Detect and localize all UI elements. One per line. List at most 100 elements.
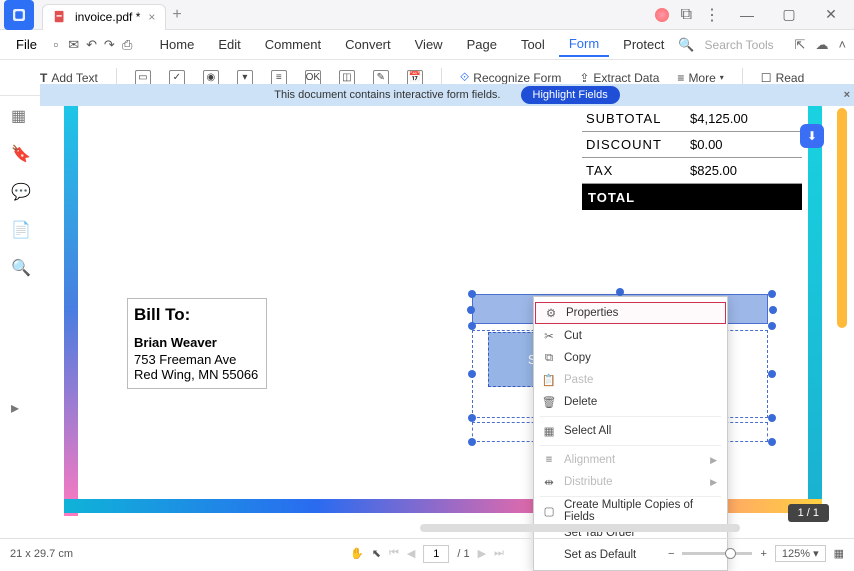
read-button[interactable]: ☐Read: [761, 71, 804, 85]
menu-comment[interactable]: Comment: [255, 33, 331, 56]
page-number-input[interactable]: [423, 545, 449, 563]
bill-to-heading: Bill To:: [134, 305, 260, 325]
totals-value: $0.00: [682, 137, 802, 152]
highlight-fields-button[interactable]: Highlight Fields: [521, 86, 620, 104]
resize-handle[interactable]: [768, 438, 776, 446]
first-page-icon[interactable]: ⏮: [389, 547, 399, 560]
share-icon[interactable]: ⧉: [681, 6, 692, 24]
attachments-icon[interactable]: 📄: [11, 220, 29, 238]
collapse-icon[interactable]: ˄: [838, 37, 846, 52]
total-label: TOTAL: [584, 190, 684, 205]
resize-handle[interactable]: [468, 322, 476, 330]
save-icon[interactable]: ▫: [49, 34, 63, 56]
more-button[interactable]: ≡More▾: [677, 71, 723, 85]
ai-icon[interactable]: [655, 8, 669, 22]
titlebar-right: ⧉ ⋮ — ▢ ✕: [655, 5, 854, 25]
zoom-value[interactable]: 125% ▾: [775, 545, 826, 562]
tab-title: invoice.pdf *: [75, 10, 140, 24]
close-window-button[interactable]: ✕: [816, 6, 846, 23]
resize-handle[interactable]: [467, 306, 475, 314]
vertical-scrollbar[interactable]: [837, 108, 849, 358]
paste-icon: 📋: [542, 373, 556, 387]
select-all-icon: ▦: [542, 424, 556, 438]
mail-icon[interactable]: ✉: [67, 34, 81, 56]
zoom-slider[interactable]: [682, 552, 752, 555]
banner-close-icon[interactable]: ×: [844, 89, 850, 101]
menu-protect[interactable]: Protect: [613, 33, 674, 56]
last-page-icon[interactable]: ⏭: [494, 547, 504, 560]
zoom-thumb[interactable]: [725, 548, 736, 559]
recognize-form-button[interactable]: ⟐Recognize Form: [460, 70, 562, 85]
cut-icon: ✂: [542, 329, 556, 343]
cm-alignment: ≡Alignment▶: [534, 449, 727, 471]
pdf-icon: [53, 10, 67, 24]
resize-handle[interactable]: [616, 288, 624, 296]
form-fields-banner: This document contains interactive form …: [40, 84, 854, 106]
cm-delete[interactable]: 🗑Delete: [534, 391, 727, 413]
cm-paste: 📋Paste: [534, 369, 727, 391]
resize-handle[interactable]: [468, 414, 476, 422]
page-indicator: 1 / 1: [788, 504, 829, 522]
menu-home[interactable]: Home: [150, 33, 205, 56]
zoom-out-icon[interactable]: −: [668, 548, 674, 560]
select-tool-icon[interactable]: ⬉: [372, 547, 381, 560]
cm-select-all[interactable]: ▦Select All: [534, 420, 727, 442]
add-tab-button[interactable]: +: [172, 6, 181, 24]
cm-create-copies[interactable]: ▢Create Multiple Copies of Fields: [534, 500, 727, 522]
close-tab-icon[interactable]: ×: [148, 10, 155, 24]
delete-icon: 🗑: [542, 395, 556, 409]
page-decoration: [64, 106, 78, 516]
resize-handle[interactable]: [768, 414, 776, 422]
cloud-icon[interactable]: ☁: [815, 37, 828, 53]
page-total: / 1: [457, 548, 469, 560]
menu-form[interactable]: Form: [559, 32, 609, 57]
resize-handle[interactable]: [768, 290, 776, 298]
resize-handle[interactable]: [768, 370, 776, 378]
bookmarks-icon[interactable]: 🔖: [11, 144, 29, 162]
download-badge-icon[interactable]: ⬇: [800, 124, 824, 148]
menu-edit[interactable]: Edit: [208, 33, 250, 56]
kebab-icon[interactable]: ⋮: [704, 5, 720, 25]
fit-view-icon[interactable]: ▦: [834, 547, 844, 560]
expand-sidebar-icon[interactable]: ▸: [11, 398, 29, 416]
print-icon[interactable]: ⎙: [120, 34, 134, 56]
totals-label: TAX: [582, 163, 682, 178]
menu-tool[interactable]: Tool: [511, 33, 555, 56]
maximize-button[interactable]: ▢: [774, 6, 804, 23]
scrollbar-thumb[interactable]: [837, 108, 847, 328]
app-logo-icon: [4, 0, 34, 30]
hand-tool-icon[interactable]: ✋: [350, 547, 364, 560]
resize-handle[interactable]: [768, 322, 776, 330]
menu-convert[interactable]: Convert: [335, 33, 401, 56]
cm-properties[interactable]: ⚙Properties: [535, 302, 726, 324]
next-page-icon[interactable]: ▶: [478, 547, 486, 560]
document-tab[interactable]: invoice.pdf * ×: [42, 4, 166, 30]
resize-handle[interactable]: [468, 290, 476, 298]
horizontal-scrollbar[interactable]: [420, 524, 740, 532]
cm-cut[interactable]: ✂Cut: [534, 325, 727, 347]
redo-icon[interactable]: ↷: [102, 34, 116, 56]
left-sidebar: ▦ 🔖 💬 📄 🔍 ▸: [0, 96, 40, 536]
add-text-button[interactable]: TAdd Text: [40, 71, 98, 85]
prev-page-icon[interactable]: ◀: [407, 547, 415, 560]
distribute-icon: ⇹: [542, 475, 556, 489]
file-menu[interactable]: File: [8, 33, 45, 56]
comments-icon[interactable]: 💬: [11, 182, 29, 200]
resize-handle[interactable]: [468, 438, 476, 446]
search-tools-input[interactable]: [705, 38, 785, 52]
zoom-in-icon[interactable]: +: [760, 548, 766, 560]
search-panel-icon[interactable]: 🔍: [11, 258, 29, 276]
thumbnails-icon[interactable]: ▦: [11, 106, 29, 124]
undo-icon[interactable]: ↶: [85, 34, 99, 56]
resize-handle[interactable]: [769, 306, 777, 314]
extract-data-button[interactable]: ⇪Extract Data: [579, 71, 659, 85]
cm-copy[interactable]: ⧉Copy: [534, 347, 727, 369]
menu-view[interactable]: View: [405, 33, 453, 56]
cm-distribute: ⇹Distribute▶: [534, 471, 727, 493]
minimize-button[interactable]: —: [732, 7, 762, 23]
menu-page[interactable]: Page: [457, 33, 507, 56]
resize-handle[interactable]: [468, 370, 476, 378]
copy-icon: ⧉: [542, 351, 556, 365]
external-icon[interactable]: ⇱: [795, 37, 806, 53]
copies-icon: ▢: [542, 504, 556, 518]
